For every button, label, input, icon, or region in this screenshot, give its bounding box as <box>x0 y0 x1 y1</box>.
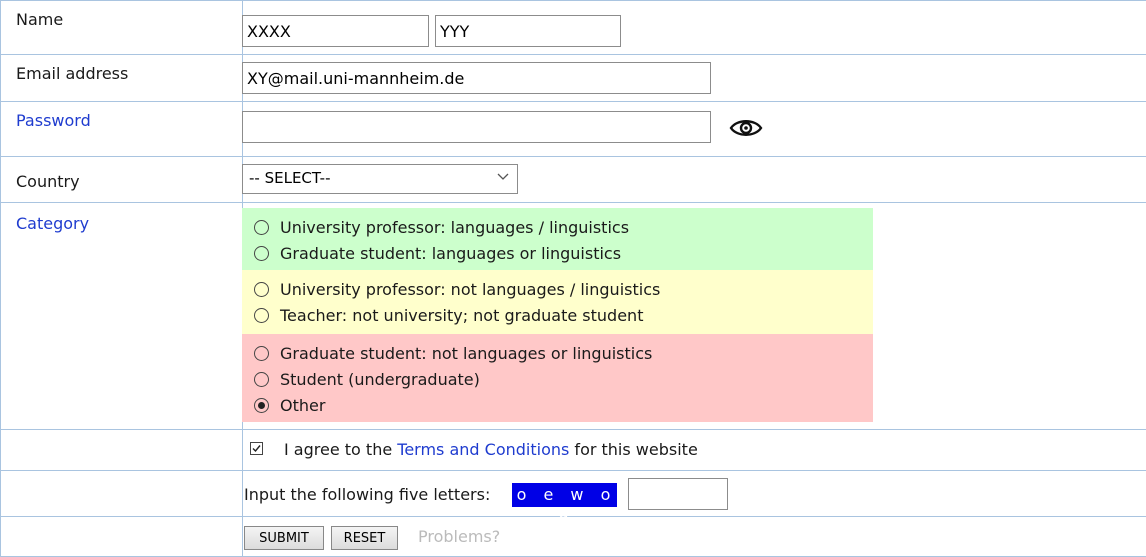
radio-button[interactable] <box>254 246 269 261</box>
country-label-cell: Country <box>1 157 243 203</box>
captcha-input[interactable] <box>628 478 728 510</box>
terms-prefix: I agree to the <box>284 440 397 459</box>
category-group-green: University professor: languages / lingui… <box>242 208 873 270</box>
category-radio-group: University professor: languages / lingui… <box>242 208 873 422</box>
name-label-cell: Name <box>1 1 243 55</box>
reset-button[interactable]: RESET <box>331 526 398 550</box>
category-group-yellow: University professor: not languages / li… <box>242 270 873 334</box>
category-label-cell: Category <box>1 203 243 430</box>
captcha-label-cell <box>1 471 243 517</box>
terms-text: I agree to the Terms and Conditions for … <box>284 440 698 459</box>
category-label: Category <box>16 213 242 235</box>
submit-button[interactable]: SUBMIT <box>244 526 324 550</box>
buttons-label-cell <box>1 517 243 557</box>
radio-button[interactable] <box>254 308 269 323</box>
terms-link[interactable]: Terms and Conditions <box>397 440 569 459</box>
radio-option[interactable]: Graduate student: not languages or lingu… <box>254 340 873 366</box>
email-label-cell: Email address <box>1 55 243 102</box>
captcha-label: Input the following five letters: <box>244 485 490 504</box>
radio-option[interactable]: University professor: not languages / li… <box>254 276 873 302</box>
radio-button[interactable] <box>254 372 269 387</box>
radio-button-selected[interactable] <box>254 398 269 413</box>
captcha-letters: o e w o q <box>512 483 617 507</box>
terms-checkbox[interactable] <box>250 442 263 455</box>
email-field[interactable] <box>242 62 711 94</box>
radio-label: Graduate student: not languages or lingu… <box>280 344 652 363</box>
name-label: Name <box>16 9 242 31</box>
chevron-down-icon <box>497 170 509 185</box>
radio-button[interactable] <box>254 346 269 361</box>
password-label: Password <box>16 110 242 132</box>
radio-option[interactable]: Graduate student: languages or linguisti… <box>254 240 873 266</box>
terms-suffix: for this website <box>569 440 697 459</box>
password-label-cell: Password <box>1 102 243 157</box>
radio-label: Student (undergraduate) <box>280 370 480 389</box>
country-select[interactable]: -- SELECT-- <box>242 164 518 194</box>
radio-label: Graduate student: languages or linguisti… <box>280 244 621 263</box>
radio-button[interactable] <box>254 282 269 297</box>
check-icon <box>251 443 262 454</box>
radio-label: Teacher: not university; not graduate st… <box>280 306 643 325</box>
radio-option[interactable]: Student (undergraduate) <box>254 366 873 392</box>
radio-option[interactable]: Other <box>254 392 873 418</box>
radio-label: Other <box>280 396 325 415</box>
country-label: Country <box>16 171 242 193</box>
radio-label: University professor: not languages / li… <box>280 280 660 299</box>
country-select-value: -- SELECT-- <box>249 169 331 187</box>
password-field[interactable] <box>242 111 711 143</box>
category-group-red: Graduate student: not languages or lingu… <box>242 334 873 422</box>
problems-link[interactable]: Problems? <box>418 527 500 546</box>
radio-option[interactable]: Teacher: not university; not graduate st… <box>254 302 873 328</box>
radio-button[interactable] <box>254 220 269 235</box>
radio-label: University professor: languages / lingui… <box>280 218 629 237</box>
eye-icon[interactable] <box>729 117 763 143</box>
email-label: Email address <box>16 63 242 85</box>
terms-label-cell <box>1 430 243 471</box>
radio-option[interactable]: University professor: languages / lingui… <box>254 214 873 240</box>
first-name-input[interactable] <box>242 15 429 47</box>
last-name-input[interactable] <box>435 15 621 47</box>
